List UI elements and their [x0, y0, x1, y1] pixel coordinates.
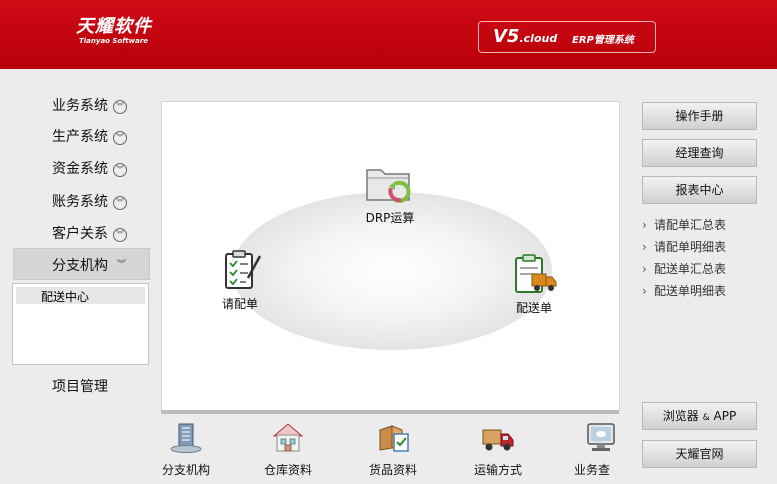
toolbar-label: 分支机构 — [161, 463, 210, 477]
logo-sub-text: Tianyao Software — [79, 37, 149, 45]
submenu-item-distribution-center[interactable]: 配送中心 — [16, 287, 145, 304]
version-label: V5.cloud — [493, 26, 558, 47]
report-link-label: 配送单明细表 — [654, 284, 727, 298]
toolbar-label: 业务查 — [574, 463, 611, 477]
request-order-label: 请配单 — [221, 297, 258, 311]
menu-item-business[interactable]: 业务系统 ︾ — [52, 95, 127, 115]
toolbar-business-query[interactable]: 业务查 — [574, 420, 624, 478]
submenu-panel: 配送中心 — [12, 283, 149, 365]
version-badge: V5.cloud ERP管理系统 — [478, 21, 656, 53]
menu-item-label: 分支机构 — [52, 258, 108, 274]
manager-query-button[interactable]: 经理查询 — [642, 139, 757, 167]
toolbar-branch-office[interactable]: 分支机构 — [158, 420, 214, 478]
clipboard-truck-icon — [515, 254, 557, 293]
warehouse-icon — [272, 423, 304, 452]
menu-item-accounting[interactable]: 账务系统 ︾ — [52, 191, 127, 211]
toolbar-goods[interactable]: 货品资料 — [365, 420, 421, 478]
drp-node[interactable]: DRP运算 — [358, 162, 422, 226]
browser-app-label-app: APP — [713, 409, 737, 423]
official-site-button[interactable]: 天耀官网 — [642, 440, 757, 468]
delivery-order-label: 配送单 — [515, 301, 552, 315]
chevron-right-icon: › — [642, 240, 647, 254]
report-link-request-summary[interactable]: › 请配单汇总表 — [642, 216, 726, 233]
menu-item-label: 业务系统 — [52, 98, 108, 114]
menu-item-label: 客户关系 — [52, 226, 108, 242]
branch-office-icon — [170, 423, 202, 453]
browser-app-label: 浏览器 — [662, 409, 699, 423]
chevron-down-icon: ︾ — [113, 163, 127, 177]
chevron-down-icon: ︾ — [113, 196, 127, 210]
report-link-delivery-detail[interactable]: › 配送单明细表 — [642, 282, 726, 299]
brand-logo: 天耀软件 Tianyao Software — [76, 17, 152, 46]
chevron-down-icon: ︾ — [117, 260, 127, 270]
chevron-right-icon: › — [642, 262, 647, 276]
chevron-down-icon: ︾ — [113, 228, 127, 242]
chevron-down-icon: ︾ — [113, 131, 127, 145]
goods-icon — [379, 425, 409, 452]
report-link-label: 配送单汇总表 — [654, 262, 727, 276]
report-link-label: 请配单明细表 — [654, 240, 727, 254]
system-name: ERP管理系统 — [572, 35, 634, 46]
menu-item-project[interactable]: 项目管理 — [52, 376, 108, 396]
drp-node-label: DRP运算 — [365, 211, 415, 225]
monitor-icon — [587, 423, 615, 451]
browser-app-amp: & — [702, 413, 710, 423]
report-center-button[interactable]: 报表中心 — [642, 176, 757, 204]
toolbar-transport[interactable]: 运输方式 — [470, 420, 526, 478]
toolbar-warehouse[interactable]: 仓库资料 — [260, 420, 316, 478]
folder-refresh-icon — [366, 169, 411, 203]
app-header: 天耀软件 Tianyao Software V5.cloud ERP管理系统 — [0, 0, 777, 69]
chevron-right-icon: › — [642, 284, 647, 298]
report-link-request-detail[interactable]: › 请配单明细表 — [642, 238, 726, 255]
report-link-label: 请配单汇总表 — [654, 218, 727, 232]
clipboard-checklist-icon — [225, 250, 262, 289]
submenu-item-label: 配送中心 — [41, 290, 90, 304]
workflow-panel: DRP运算 请配单 配送单 — [161, 101, 620, 411]
menu-item-label: 账务系统 — [52, 194, 108, 210]
delivery-order-node[interactable]: 配送单 — [506, 252, 562, 316]
logo-main-text: 天耀软件 — [76, 16, 152, 37]
toolbar-label: 运输方式 — [473, 463, 522, 477]
manual-button[interactable]: 操作手册 — [642, 102, 757, 130]
menu-item-production[interactable]: 生产系统 ︾ — [52, 126, 127, 146]
chevron-down-icon: ︾ — [113, 100, 127, 114]
panel-shelf-divider — [161, 410, 619, 414]
request-order-node[interactable]: 请配单 — [212, 248, 268, 312]
chevron-right-icon: › — [642, 218, 647, 232]
toolbar-label: 货品资料 — [368, 463, 417, 477]
menu-item-funds[interactable]: 资金系统 ︾ — [52, 158, 127, 178]
menu-item-crm[interactable]: 客户关系 ︾ — [52, 223, 127, 243]
report-link-delivery-summary[interactable]: › 配送单汇总表 — [642, 260, 726, 277]
menu-item-branch-active[interactable]: 分支机构 ︾ — [13, 248, 150, 280]
menu-item-label: 生产系统 — [52, 129, 108, 145]
browser-app-button[interactable]: 浏览器 & APP — [642, 402, 757, 430]
toolbar-label: 仓库资料 — [263, 463, 312, 477]
menu-item-label: 资金系统 — [52, 161, 108, 177]
truck-icon — [482, 429, 514, 451]
